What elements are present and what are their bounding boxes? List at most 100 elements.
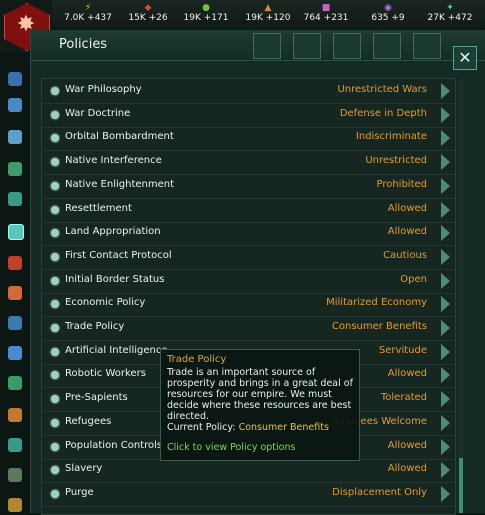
policy-value: Tolerated	[380, 392, 427, 404]
policy-name: Robotic Workers	[65, 368, 146, 380]
chevron-right-icon[interactable]	[441, 106, 450, 123]
policy-row[interactable]: First Contact Protocol Cautious	[42, 245, 455, 270]
policy-value: Allowed	[387, 439, 427, 451]
fleet-icon[interactable]	[8, 346, 22, 360]
policy-name: Economic Policy	[65, 297, 146, 309]
traditions-icon[interactable]	[8, 316, 22, 330]
panel-header: Policies	[31, 30, 485, 61]
left-sidebar	[0, 52, 30, 513]
close-button[interactable]: ✕	[453, 46, 477, 70]
policy-name: Artificial Intelligence	[65, 344, 168, 356]
resource-3[interactable]: ▲ 19K +120	[238, 4, 298, 24]
chevron-right-icon[interactable]	[441, 272, 450, 289]
policy-bullet-icon	[51, 158, 59, 167]
chevron-right-icon[interactable]	[441, 248, 450, 265]
policy-bullet-icon	[51, 252, 59, 261]
policy-name: Purge	[65, 486, 94, 498]
scrollbar-thumb[interactable]	[459, 458, 463, 513]
chevron-right-icon[interactable]	[441, 320, 450, 336]
policy-row[interactable]: Purge Displacement Only	[42, 482, 455, 507]
tab-research-icon[interactable]	[293, 33, 321, 59]
resource-value: 19K +171	[183, 13, 229, 23]
policy-bullet-icon	[51, 229, 59, 238]
resource-6[interactable]: ✦ 27K +472	[420, 4, 480, 24]
policy-row[interactable]: Native Interference Unrestricted	[42, 150, 455, 176]
chevron-right-icon[interactable]	[441, 83, 450, 99]
policy-row[interactable]: Resettlement Allowed	[42, 198, 455, 223]
policy-row[interactable]: Trade Policy Consumer Benefits	[42, 316, 455, 341]
chevron-right-icon[interactable]	[441, 485, 450, 502]
policy-value: Militarized Economy	[326, 297, 427, 309]
situation-log-icon[interactable]	[8, 98, 22, 112]
resource-value: 7.0K +437	[64, 13, 112, 23]
chevron-right-icon[interactable]	[441, 154, 450, 171]
chevron-right-icon[interactable]	[441, 296, 450, 313]
tab-factions-icon[interactable]	[413, 33, 441, 59]
policy-row[interactable]: War Philosophy Unrestricted Wars	[42, 79, 455, 104]
policy-row[interactable]: War Doctrine Defense in Depth	[42, 103, 455, 128]
policies-icon[interactable]	[8, 224, 24, 240]
tab-military-icon[interactable]	[373, 33, 401, 59]
species-icon[interactable]	[8, 192, 22, 206]
leaders-icon[interactable]	[8, 498, 22, 512]
policy-value: Servitude	[378, 344, 427, 356]
tab-ethics-icon[interactable]	[333, 33, 361, 59]
consumer-goods-icon: ▲	[264, 3, 272, 13]
alloys-icon: ■	[321, 3, 331, 13]
policy-value: Allowed	[387, 226, 427, 238]
chevron-right-icon[interactable]	[441, 177, 450, 194]
policy-bullet-icon	[51, 395, 59, 404]
policy-bullet-icon	[51, 489, 59, 498]
policy-name: First Contact Protocol	[65, 249, 172, 261]
policy-row[interactable]: Orbital Bombardment Indiscriminate	[42, 126, 455, 152]
resource-0[interactable]: ⚡ 7.0K +437	[58, 4, 118, 24]
policy-tooltip: Trade Policy Trade is an important sourc…	[160, 349, 360, 461]
tab-economy-icon[interactable]	[253, 33, 281, 59]
chevron-right-icon[interactable]	[441, 367, 450, 384]
policy-value: Prohibited	[376, 178, 427, 190]
planets-icon[interactable]	[8, 162, 22, 176]
chevron-right-icon[interactable]	[441, 130, 450, 147]
chevron-right-icon[interactable]	[441, 343, 450, 360]
chevron-right-icon[interactable]	[441, 438, 450, 455]
chevron-right-icon[interactable]	[441, 414, 450, 431]
chevron-right-icon[interactable]	[441, 225, 450, 242]
policy-name: Initial Border Status	[65, 273, 165, 285]
policy-row[interactable]: Land Appropriation Allowed	[42, 221, 455, 247]
resource-value: 764 +231	[303, 13, 349, 23]
policy-row[interactable]: Economic Policy Militarized Economy	[42, 292, 455, 318]
ships-icon[interactable]	[8, 376, 22, 390]
policy-row[interactable]: Slavery Allowed	[42, 458, 455, 484]
policy-name: Refugees	[65, 415, 112, 427]
market-icon[interactable]	[8, 408, 22, 422]
chevron-right-icon[interactable]	[441, 462, 450, 479]
scrollbar[interactable]	[459, 78, 463, 513]
technology-icon[interactable]	[8, 286, 22, 300]
resource-4[interactable]: ■ 764 +231	[296, 4, 356, 24]
policy-value: Consumer Benefits	[331, 321, 427, 332]
resource-5[interactable]: ◉ 635 +9	[358, 4, 418, 24]
policy-row[interactable]: Native Enlightenment Prohibited	[42, 174, 455, 199]
policy-value: Indiscriminate	[355, 131, 427, 143]
resource-value: 19K +120	[245, 13, 291, 23]
contacts-icon[interactable]	[8, 72, 22, 86]
chevron-right-icon[interactable]	[441, 201, 450, 218]
expansion-icon[interactable]	[8, 438, 22, 452]
policy-row[interactable]: Initial Border Status Open	[42, 269, 455, 294]
policy-name: Land Appropriation	[65, 226, 161, 238]
resource-2[interactable]: ● 19K +171	[176, 4, 236, 24]
policy-bullet-icon	[51, 300, 59, 309]
chevron-right-icon[interactable]	[441, 391, 450, 408]
outliner-icon[interactable]	[8, 468, 22, 482]
policy-value: Displacement Only	[332, 486, 427, 498]
policy-bullet-icon	[51, 371, 59, 380]
page-title: Policies	[59, 37, 108, 52]
policy-name: War Philosophy	[65, 84, 142, 95]
tooltip-description: Trade is an important source of prosperi…	[167, 367, 353, 422]
edicts-icon[interactable]	[8, 256, 22, 270]
government-icon[interactable]	[8, 130, 22, 144]
policy-value: Defense in Depth	[339, 107, 427, 119]
influence-icon: ◉	[384, 3, 392, 13]
resource-1[interactable]: ◆ 15K +26	[118, 4, 178, 24]
tooltip-title: Trade Policy	[167, 354, 227, 365]
